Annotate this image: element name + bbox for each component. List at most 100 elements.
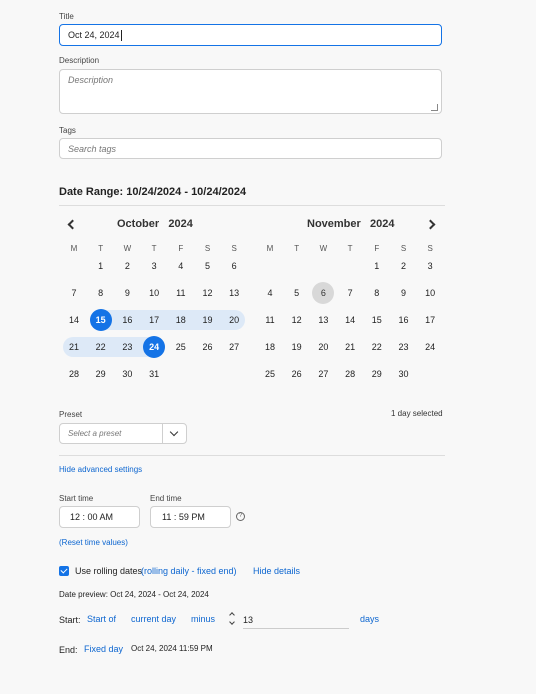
minus-link[interactable]: minus [191,614,215,624]
weekday-header: T [98,244,104,253]
calendar-day[interactable]: 22 [364,337,390,357]
calendar-day[interactable]: 22 [88,337,114,357]
help-icon[interactable]: ? [236,512,245,521]
description-textarea[interactable]: Description [59,69,442,114]
offset-input[interactable]: 13 [243,611,349,629]
calendar-day[interactable]: 7 [337,283,363,303]
calendar-day[interactable]: 1 [88,256,114,276]
calendar-day[interactable]: 17 [417,310,443,330]
calendar-day[interactable]: 4 [168,256,194,276]
calendar-day[interactable]: 19 [284,337,310,357]
start-of-link[interactable]: Start of [87,614,116,624]
calendar-day[interactable]: 11 [168,283,194,303]
calendar-day[interactable]: 27 [310,364,336,384]
calendar-day[interactable]: 29 [88,364,114,384]
calendar-day[interactable]: 6 [221,256,247,276]
calendar-day[interactable]: 28 [61,364,87,384]
calendar-day[interactable]: 23 [114,337,140,357]
calendar-day[interactable]: 5 [284,283,310,303]
rolling-mode-link[interactable]: (rolling daily - fixed end) [141,566,237,576]
calendar-day[interactable]: 30 [114,364,140,384]
calendar-day[interactable]: 10 [141,283,167,303]
calendar-day[interactable]: 3 [141,256,167,276]
calendar-day[interactable]: 18 [257,337,283,357]
next-month-icon[interactable] [425,219,436,230]
calendar-day[interactable]: 2 [114,256,140,276]
calendar-day[interactable]: 11 [257,310,283,330]
calendar-day[interactable]: 31 [141,364,167,384]
end-time-input[interactable]: 11 : 59 PM [150,506,231,528]
preset-dropdown-button[interactable] [162,424,186,443]
calendar-day[interactable]: 5 [195,256,221,276]
calendar-day-today[interactable]: 6 [312,282,335,304]
preset-placeholder: Select a preset [68,429,122,438]
current-day-link[interactable]: current day [131,614,176,624]
start-time-input[interactable]: 12 : 00 AM [59,506,140,528]
reset-time-values-link[interactable]: (Reset time values) [59,538,128,547]
calendar-day[interactable]: 2 [391,256,417,276]
chevron-up-icon[interactable] [229,612,235,618]
chevron-down-icon[interactable] [229,619,235,625]
right-month-year: 2024 [369,218,395,230]
weekday-header: S [427,244,433,253]
checkmark-icon [60,566,68,574]
calendar-day[interactable]: 1 [364,256,390,276]
title-value: Oct 24, 2024 [68,30,120,40]
calendar-day[interactable]: 28 [337,364,363,384]
calendar-day[interactable]: 4 [257,283,283,303]
offset-stepper[interactable] [229,611,235,627]
calendar-day[interactable]: 13 [221,283,247,303]
days-link[interactable]: days [360,614,379,624]
calendar-day[interactable]: 18 [168,310,194,330]
description-placeholder: Description [68,75,114,85]
calendar-day[interactable]: 21 [337,337,363,357]
calendar-day-selected[interactable]: 24 [143,336,166,358]
calendar-day[interactable]: 13 [310,310,336,330]
hide-advanced-settings-link[interactable]: Hide advanced settings [59,465,142,474]
weekday-header: M [266,244,274,253]
resize-handle-icon[interactable] [431,104,438,111]
calendar-day[interactable]: 30 [391,364,417,384]
calendar-day[interactable]: 10 [417,283,443,303]
weekday-header: F [178,244,184,253]
calendar-day[interactable]: 7 [61,283,87,303]
calendar-day[interactable]: 25 [168,337,194,357]
calendar-day[interactable]: 3 [417,256,443,276]
calendar-day[interactable]: 16 [114,310,140,330]
calendar-day[interactable]: 16 [391,310,417,330]
start-row-label: Start: [59,615,81,625]
tags-search-input[interactable]: Search tags [59,138,442,159]
calendar-day[interactable]: 17 [141,310,167,330]
calendar-day[interactable]: 23 [391,337,417,357]
calendar-day[interactable]: 9 [391,283,417,303]
calendar-day[interactable]: 29 [364,364,390,384]
calendar-day[interactable]: 25 [257,364,283,384]
calendar-day[interactable]: 20 [310,337,336,357]
weekday-header: S [400,244,407,253]
calendar-day[interactable]: 8 [364,283,390,303]
calendar-day[interactable]: 8 [88,283,114,303]
preset-select[interactable]: Select a preset [59,423,187,444]
calendar-day[interactable]: 21 [61,337,87,357]
calendar-day[interactable]: 24 [417,337,443,357]
calendar-day[interactable]: 14 [61,310,87,330]
calendar-day[interactable]: 14 [337,310,363,330]
calendar-day[interactable]: 12 [284,310,310,330]
previous-month-icon[interactable] [67,219,78,230]
calendar-day[interactable]: 15 [364,310,390,330]
calendar-day[interactable]: 27 [221,337,247,357]
calendar-day[interactable]: 26 [195,337,221,357]
calendar-day[interactable]: 20 [221,310,247,330]
calendar-day[interactable]: 26 [284,364,310,384]
hide-details-link[interactable]: Hide details [253,566,300,576]
end-time-value: 11 : 59 PM [162,512,205,522]
fixed-day-link[interactable]: Fixed day [84,644,123,654]
calendar-day[interactable]: 19 [195,310,221,330]
weekday-header: W [123,244,132,253]
calendar-day[interactable]: 9 [114,283,140,303]
calendar-day[interactable]: 12 [195,283,221,303]
calendar-day-selected[interactable]: 15 [89,309,112,331]
title-input[interactable]: Oct 24, 2024 [59,24,442,46]
weekday-header: T [294,244,300,253]
rolling-dates-checkbox[interactable] [59,566,69,576]
